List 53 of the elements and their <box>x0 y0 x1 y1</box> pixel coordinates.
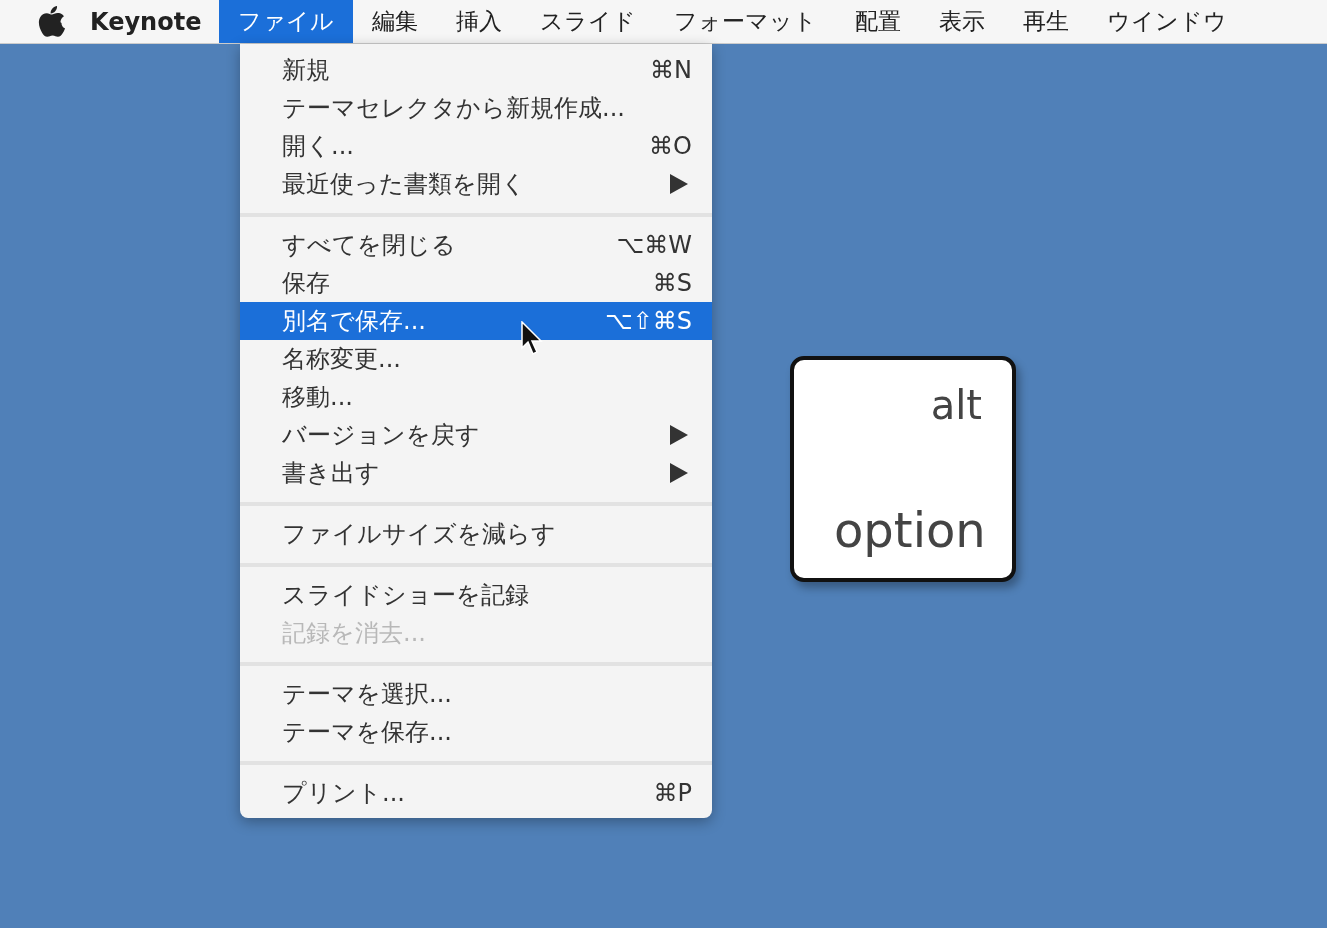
menu-item[interactable]: テーマセレクタから新規作成... <box>240 89 712 127</box>
key-label: option <box>834 502 982 558</box>
menu-item[interactable]: 最近使った書類を開く <box>240 165 712 203</box>
menu-item[interactable]: すべてを閉じる ⌥⌘W <box>240 226 712 264</box>
menu-item-label: ファイルサイズを減らす <box>282 519 557 550</box>
keyboard-shortcut: ⌘N <box>650 56 692 84</box>
keyboard-shortcut: ⌘P <box>653 779 692 807</box>
menu-item[interactable]: 新規 ⌘N <box>240 51 712 89</box>
menu-item-label: プリント... <box>282 778 406 809</box>
menu-title[interactable]: 再生 <box>1004 0 1089 43</box>
menu-title[interactable]: 表示 <box>920 0 1005 43</box>
menu-title[interactable]: 挿入 <box>437 0 522 43</box>
menu-item-label: テーマを保存... <box>282 717 453 748</box>
menu-item-label: 記録を消去... <box>282 618 427 649</box>
menu-item-label: スライドショーを記録 <box>282 580 530 611</box>
menu-item-label: 移動... <box>282 382 354 413</box>
keyboard-shortcut: ⌘O <box>649 132 692 160</box>
keyboard-shortcut: ⌘S <box>652 269 692 297</box>
menu-item[interactable]: 名称変更... <box>240 340 712 378</box>
menu-item[interactable]: ファイルサイズを減らす <box>240 515 712 553</box>
menu-item-label: 新規 <box>282 55 331 86</box>
keyboard-shortcut: ⌥⇧⌘S <box>605 307 692 335</box>
menu-title[interactable]: ウインドウ <box>1088 0 1247 43</box>
menu-item[interactable]: 開く... ⌘O <box>240 127 712 165</box>
menu-item[interactable]: 移動... <box>240 378 712 416</box>
menu-item[interactable]: 書き出す <box>240 454 712 492</box>
menu-item-label: 開く... <box>282 131 355 162</box>
menu-item-label: 最近使った書類を開く <box>282 169 527 200</box>
menu-title[interactable]: ファイル <box>219 0 354 43</box>
menu-item[interactable]: 別名で保存... ⌥⇧⌘S <box>240 302 712 340</box>
app-name[interactable]: Keynote <box>66 0 220 43</box>
keyboard-shortcut: ⌥⌘W <box>616 231 692 259</box>
menu-item-label: 名称変更... <box>282 344 402 375</box>
mouse-pointer-icon <box>521 321 545 357</box>
menu-item-label: 別名で保存... <box>282 306 427 337</box>
menu-item-label: テーマを選択... <box>282 679 453 710</box>
menu-item[interactable]: テーマを選択... <box>240 675 712 713</box>
menu-item[interactable]: プリント... ⌘P <box>240 774 712 812</box>
apple-logo-icon[interactable] <box>38 5 66 38</box>
menu-item[interactable]: バージョンを戻す <box>240 416 712 454</box>
menu-item[interactable]: スライドショーを記録 <box>240 576 712 614</box>
menu-title[interactable]: フォーマット <box>655 0 837 43</box>
menu-item-label: 書き出す <box>282 458 381 489</box>
menu-item-label: すべてを閉じる <box>282 230 457 261</box>
menu-title[interactable]: 編集 <box>353 0 438 43</box>
menu-item[interactable]: テーマを保存... <box>240 713 712 751</box>
key-label: alt <box>930 382 982 428</box>
menu-item-label: テーマセレクタから新規作成... <box>282 93 626 124</box>
menu-item[interactable]: 保存 ⌘S <box>240 264 712 302</box>
menu-title[interactable]: 配置 <box>836 0 921 43</box>
menu-item-label: バージョンを戻す <box>282 420 481 451</box>
menu-title[interactable]: スライド <box>521 0 656 43</box>
menu-item-label: 保存 <box>282 268 331 299</box>
